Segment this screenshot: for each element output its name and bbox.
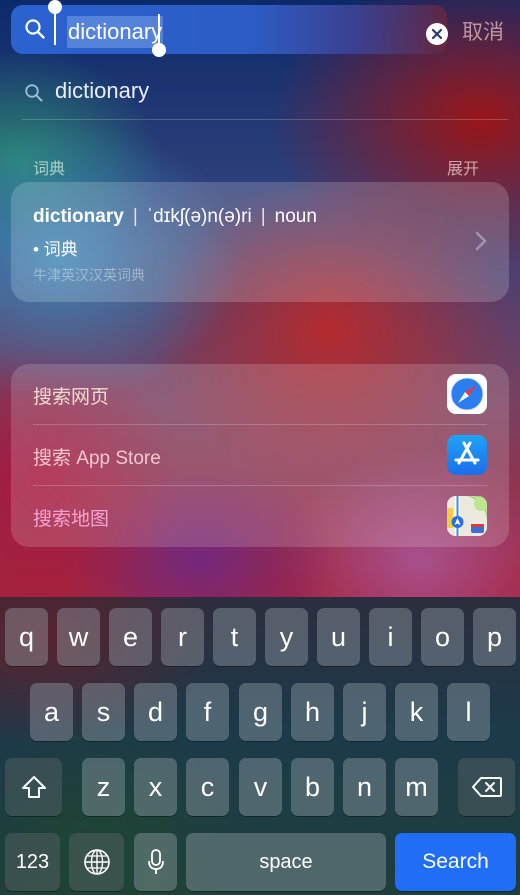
key-a[interactable]: a (30, 683, 73, 741)
dictionary-headline: dictionary | ˈdɪkʃ(ə)n(ə)ri | noun (33, 206, 317, 228)
clear-x-icon (432, 29, 442, 39)
delete-key[interactable] (458, 758, 515, 816)
expand-button[interactable]: 展开 (447, 155, 479, 179)
safari-icon (447, 374, 487, 414)
search-web-row[interactable]: 搜索网页 (33, 364, 487, 425)
selection-start-handle[interactable] (48, 0, 62, 14)
key-l[interactable]: l (447, 683, 490, 741)
key-c[interactable]: c (186, 758, 229, 816)
key-v[interactable]: v (239, 758, 282, 816)
key-h[interactable]: h (291, 683, 334, 741)
section-title-dictionary: 词典 (33, 161, 66, 178)
search-field[interactable]: dictionary (11, 5, 448, 54)
key-s[interactable]: s (82, 683, 125, 741)
backspace-icon (471, 777, 502, 797)
key-n[interactable]: n (343, 758, 386, 816)
key-f[interactable]: f (186, 683, 229, 741)
numbers-key[interactable]: 123 (5, 833, 60, 891)
dictionary-source: 牛津英汉汉英词典 (33, 267, 145, 283)
chevron-right-icon (475, 231, 487, 251)
globe-key[interactable] (69, 833, 124, 891)
key-d[interactable]: d (134, 683, 177, 741)
key-q[interactable]: q (5, 608, 48, 666)
search-key[interactable]: Search (395, 833, 516, 891)
dictionary-result-card[interactable]: dictionary | ˈdɪkʃ(ə)n(ə)ri | noun • 词典 牛津英汉… (11, 182, 509, 302)
key-y[interactable]: y (265, 608, 308, 666)
key-t[interactable]: t (213, 608, 256, 666)
key-o[interactable]: o (421, 608, 464, 666)
dictionary-word: dictionary (33, 206, 124, 227)
search-web-label: 搜索网页 (33, 387, 110, 408)
shift-arrow-icon (21, 776, 46, 798)
key-m[interactable]: m (395, 758, 438, 816)
key-k[interactable]: k (395, 683, 438, 741)
part-of-speech: noun (274, 206, 317, 227)
search-suggestion[interactable]: dictionary (22, 74, 508, 120)
search-icon (25, 84, 43, 102)
suggestion-text: dictionary (55, 78, 150, 103)
cancel-button[interactable]: 取消 (462, 16, 504, 46)
microphone-icon (147, 849, 164, 874)
maps-icon (447, 496, 487, 536)
clear-button[interactable] (426, 23, 448, 45)
key-x[interactable]: x (134, 758, 177, 816)
globe-icon (83, 849, 110, 875)
selection-end-handle[interactable] (152, 43, 166, 57)
search-maps-label: 搜索地图 (33, 509, 110, 530)
app-store-icon (447, 435, 487, 475)
key-b[interactable]: b (291, 758, 334, 816)
key-z[interactable]: z (82, 758, 125, 816)
search-app-store-label: 搜索 App Store (33, 448, 161, 469)
search-maps-row[interactable]: 搜索地图 (33, 486, 487, 547)
dictation-key[interactable] (134, 833, 177, 891)
key-w[interactable]: w (57, 608, 100, 666)
dictionary-definition: • 词典 (33, 240, 78, 259)
key-j[interactable]: j (343, 683, 386, 741)
key-i[interactable]: i (369, 608, 412, 666)
pronunciation: ˈdɪkʃ(ə)n(ə)ri (146, 206, 252, 227)
search-icon (25, 19, 45, 39)
search-app-store-row[interactable]: 搜索 App Store (33, 425, 487, 486)
key-u[interactable]: u (317, 608, 360, 666)
separator: | (260, 206, 266, 227)
separator: | (132, 206, 138, 227)
key-g[interactable]: g (239, 683, 282, 741)
search-actions-card: 搜索网页 搜索 App Store 搜索地图 (11, 364, 509, 547)
shift-key[interactable] (5, 758, 62, 816)
search-input-text[interactable]: dictionary (67, 16, 164, 48)
space-key[interactable]: space (186, 833, 386, 891)
key-r[interactable]: r (161, 608, 204, 666)
key-p[interactable]: p (473, 608, 516, 666)
key-e[interactable]: e (109, 608, 152, 666)
